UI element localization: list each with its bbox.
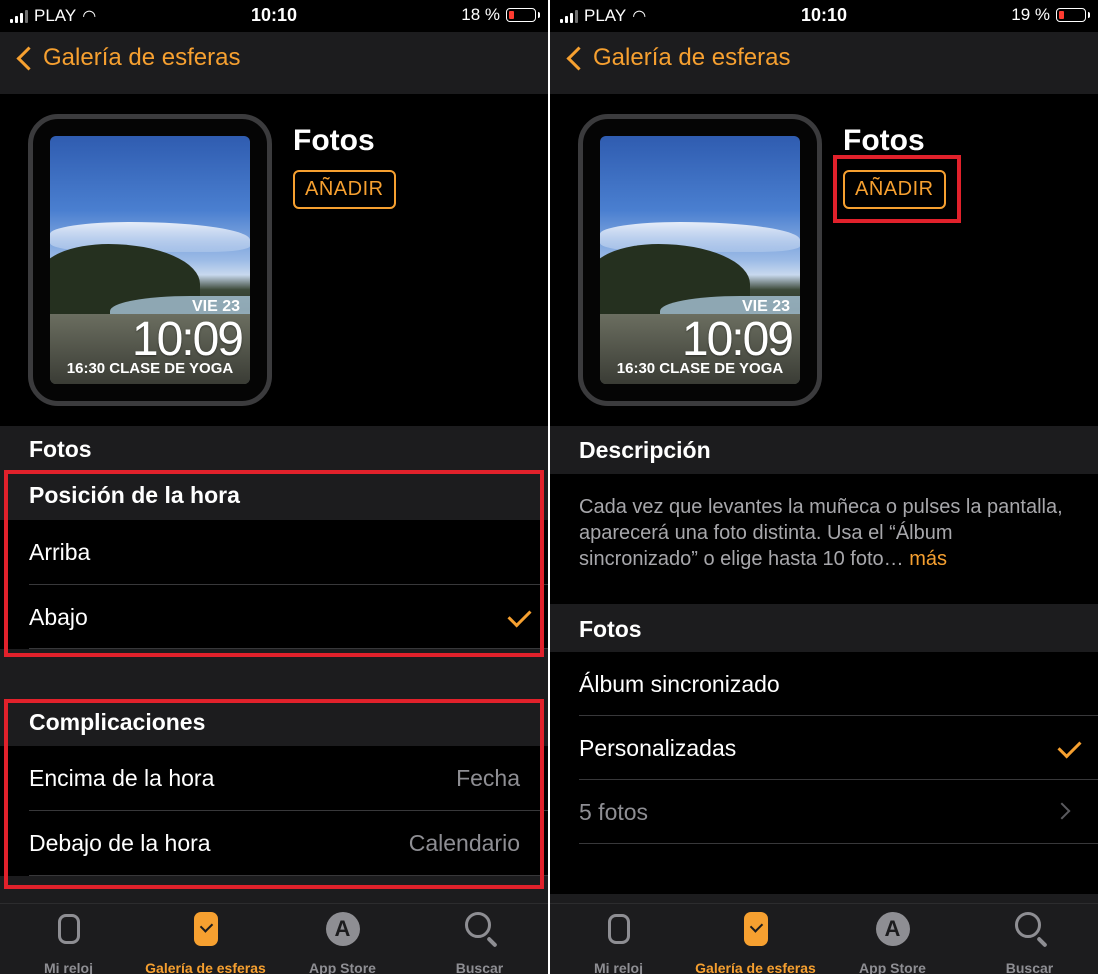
- complication-bottom-row[interactable]: Debajo de la hora Calendario: [0, 811, 548, 875]
- status-right: 18 %: [461, 5, 540, 25]
- watch-face-gallery-icon: [739, 912, 773, 946]
- watch-complication: 16:30 CLASE DE YOGA: [66, 360, 234, 377]
- tab-galeria[interactable]: Galería de esferas: [687, 912, 824, 974]
- app-store-icon: [325, 912, 360, 946]
- section-fotos: Fotos: [0, 426, 548, 472]
- row-label: 5 fotos: [579, 799, 649, 825]
- back-button[interactable]: Galería de esferas: [14, 44, 240, 72]
- left-screen: PLAY ◠ 10:10 18 % Galería de esferas VIE…: [0, 0, 548, 974]
- tab-label: Buscar: [1005, 960, 1054, 974]
- section-position-header: Posición de la hora: [0, 472, 548, 520]
- watch-photo: VIE 23 10:09 16:30 CLASE DE YOGA: [50, 136, 250, 384]
- status-right: 19 %: [1011, 5, 1090, 25]
- tab-label: Mi reloj: [593, 960, 643, 974]
- tab-label: App Store: [859, 960, 926, 974]
- watch-icon: [602, 912, 636, 946]
- option-album-sincronizado[interactable]: Álbum sincronizado: [550, 652, 1098, 716]
- face-preview-area: VIE 23 10:09 16:30 CLASE DE YOGA Fotos A…: [0, 94, 548, 426]
- battery-icon: [1056, 8, 1090, 22]
- tab-label: Galería de esferas: [145, 960, 266, 974]
- battery-percent: 18 %: [461, 5, 500, 24]
- chevron-left-icon: [566, 45, 591, 71]
- description-body: Cada vez que levantes la muñeca o pulses…: [579, 496, 1063, 570]
- battery-percent: 19 %: [1011, 5, 1050, 24]
- checkmark-icon: [507, 603, 532, 628]
- status-bar: PLAY ◠ 10:10 18 %: [0, 0, 548, 32]
- watch-preview: VIE 23 10:09 16:30 CLASE DE YOGA: [28, 114, 272, 406]
- section-description-header: Descripción: [550, 426, 1098, 474]
- row-value: Calendario: [408, 830, 520, 856]
- tab-mi-reloj[interactable]: Mi reloj: [550, 912, 687, 974]
- tab-galeria[interactable]: Galería de esferas: [137, 912, 274, 974]
- tab-bar: Mi reloj Galería de esferas App Store Bu…: [550, 903, 1098, 974]
- tab-label: App Store: [309, 960, 376, 974]
- row-label: Encima de la hora: [29, 765, 215, 791]
- section-spacer: [0, 649, 548, 699]
- section-fotos-header: Fotos: [550, 604, 1098, 652]
- face-title: Fotos: [843, 124, 925, 157]
- nav-bar: Galería de esferas: [0, 32, 548, 94]
- more-link[interactable]: más: [909, 548, 947, 570]
- watch-photo: VIE 23 10:09 16:30 CLASE DE YOGA: [600, 136, 800, 384]
- back-label: Galería de esferas: [43, 44, 241, 71]
- row-value: Fecha: [456, 765, 520, 791]
- row-label: Personalizadas: [579, 735, 737, 761]
- back-label: Galería de esferas: [593, 44, 791, 71]
- tab-label: Galería de esferas: [695, 960, 816, 974]
- row-label: Arriba: [29, 539, 91, 565]
- tab-buscar[interactable]: Buscar: [411, 912, 548, 974]
- description-block: Cada vez que levantes la muñeca o pulses…: [550, 474, 1098, 604]
- watch-complication: 16:30 CLASE DE YOGA: [616, 360, 784, 377]
- back-button[interactable]: Galería de esferas: [564, 44, 790, 72]
- tab-mi-reloj[interactable]: Mi reloj: [0, 912, 137, 974]
- app-store-icon: [875, 912, 910, 946]
- watch-preview: VIE 23 10:09 16:30 CLASE DE YOGA: [578, 114, 822, 406]
- watch-time: 10:09: [681, 313, 794, 366]
- photos-count-row[interactable]: 5 fotos: [550, 780, 1098, 844]
- section-header: Complicaciones: [29, 709, 206, 735]
- battery-icon: [506, 8, 540, 22]
- description-text: Cada vez que levantes la muñeca o pulses…: [579, 494, 1070, 572]
- watch-icon: [52, 912, 86, 946]
- watch-face-gallery-icon: [189, 912, 223, 946]
- row-label: Debajo de la hora: [29, 830, 211, 856]
- section-header: Fotos: [29, 436, 92, 462]
- section-header: Descripción: [579, 437, 711, 463]
- option-arriba[interactable]: Arriba: [0, 520, 548, 584]
- row-label: Abajo: [29, 604, 88, 630]
- search-icon: [1013, 912, 1047, 946]
- section-header: Fotos: [579, 616, 642, 642]
- nav-bar: Galería de esferas: [550, 32, 1098, 94]
- add-button[interactable]: AÑADIR: [293, 170, 396, 209]
- watch-time: 10:09: [131, 313, 244, 366]
- tab-app-store[interactable]: App Store: [274, 912, 411, 974]
- face-title: Fotos: [293, 124, 375, 157]
- row-label: Álbum sincronizado: [579, 671, 780, 697]
- complication-top-row[interactable]: Encima de la hora Fecha: [0, 746, 548, 810]
- tab-buscar[interactable]: Buscar: [961, 912, 1098, 974]
- right-screen: PLAY ◠ 10:10 19 % Galería de esferas VIE…: [550, 0, 1098, 974]
- add-button[interactable]: AÑADIR: [843, 170, 946, 209]
- empty-area: [550, 844, 1098, 894]
- tab-label: Mi reloj: [43, 960, 93, 974]
- chevron-left-icon: [16, 45, 41, 71]
- search-icon: [463, 912, 497, 946]
- chevron-right-icon: [1053, 802, 1071, 820]
- tab-label: Buscar: [455, 960, 504, 974]
- face-preview-area: VIE 23 10:09 16:30 CLASE DE YOGA Fotos A…: [550, 94, 1098, 426]
- section-complications-header: Complicaciones: [0, 699, 548, 746]
- option-personalizadas[interactable]: Personalizadas: [550, 716, 1098, 780]
- section-header: Posición de la hora: [29, 482, 240, 508]
- checkmark-icon: [1057, 734, 1082, 759]
- section-spacer: [550, 894, 1098, 903]
- tab-bar: Mi reloj Galería de esferas App Store Bu…: [0, 903, 548, 974]
- status-bar: PLAY ◠ 10:10 19 %: [550, 0, 1098, 32]
- tab-app-store[interactable]: App Store: [824, 912, 961, 974]
- option-abajo[interactable]: Abajo: [0, 585, 548, 649]
- section-spacer: [0, 876, 548, 903]
